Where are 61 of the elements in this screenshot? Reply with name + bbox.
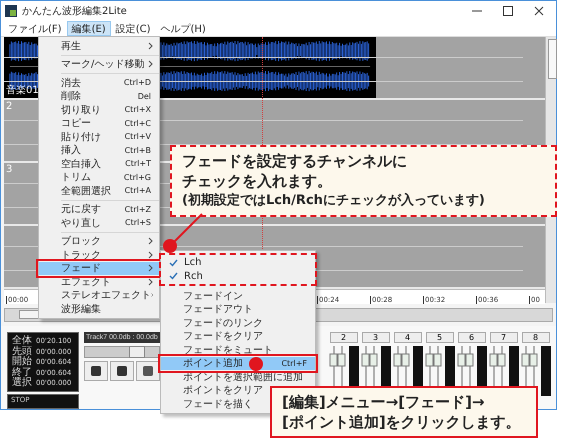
channel-label: 7	[490, 332, 518, 343]
square-icon	[143, 366, 153, 376]
menu-item[interactable]: フェードをクリア	[161, 330, 315, 343]
window-title: かんたん波形編集2Lite	[22, 4, 127, 18]
callout-text: [編集]メニュー→[フェード]→	[282, 392, 486, 412]
menu-item[interactable]: トラック	[39, 248, 159, 262]
chevron-right-icon	[148, 60, 154, 68]
callout-text: (初期設定ではLch/Rchにチェックが入っています)	[182, 192, 486, 210]
menu-item[interactable]: マーク/ヘッド移動	[39, 58, 159, 71]
menu-item[interactable]: 貼り付け Ctrl+V	[39, 130, 159, 144]
track-label: 3	[6, 164, 12, 175]
menu-item[interactable]: ポイント追加 Ctrl+F	[161, 356, 315, 370]
slider-thumb[interactable]	[128, 346, 145, 358]
menu-item[interactable]: 波形編集	[39, 302, 159, 316]
info-label: 開始	[12, 357, 32, 367]
menu-item[interactable]: フェードイン	[161, 289, 315, 302]
menu-item[interactable]: 削除 Del	[39, 90, 159, 103]
menu-item[interactable]: フェード	[39, 262, 159, 275]
menu-item[interactable]: エフェクト	[39, 275, 159, 288]
channel-label: 8	[522, 332, 550, 343]
track-label: 2	[6, 101, 12, 112]
close-icon	[534, 6, 544, 16]
menu-item[interactable]: 消去 Ctrl+D	[39, 76, 159, 90]
channel-label: 5	[426, 332, 454, 343]
menu-bar-item[interactable]: 設定(C)	[110, 21, 156, 36]
stop-button[interactable]	[110, 361, 134, 381]
info-label: 先頭	[12, 346, 32, 356]
menu-item[interactable]: トリム Ctrl+G	[39, 170, 159, 184]
menu-item[interactable]: 元に戻す Ctrl+Z	[39, 202, 159, 216]
channel-label: 3	[362, 332, 390, 343]
channel-label: 4	[394, 332, 422, 343]
info-label: 終了	[12, 368, 32, 378]
stop-icon	[117, 366, 127, 376]
callout-text: [ポイント追加]をクリックします。	[282, 412, 522, 432]
volume-slider[interactable]	[84, 346, 160, 358]
menu-item[interactable]: やり直し Ctrl+S	[39, 216, 159, 230]
fader-drawing[interactable]	[520, 346, 550, 396]
menu-item[interactable]: コピー Ctrl+C	[39, 116, 159, 130]
channel-label: 2	[330, 332, 358, 343]
marker-dot	[249, 357, 263, 371]
maximize-icon	[503, 6, 513, 16]
menu-item[interactable]: 挿入 Ctrl+B	[39, 144, 159, 157]
menu-bar-item[interactable]: 編集(E)	[66, 21, 111, 36]
square-icon	[91, 366, 101, 376]
menu-item[interactable]: 切り取り Ctrl+X	[39, 103, 159, 116]
menu-bar-item[interactable]: ヘルプ(H)	[155, 21, 211, 36]
menu-bar-item[interactable]: ファイル(F)	[3, 21, 67, 36]
info-label: 選択	[12, 378, 32, 388]
track-label: 音楽01	[6, 84, 39, 97]
channel-label: 6	[458, 332, 486, 343]
info-label: 全体	[12, 336, 32, 346]
menu-item[interactable]: Lch	[162, 256, 314, 270]
menu-item[interactable]: ブロック	[39, 234, 159, 248]
menu-item[interactable]: 再生	[39, 39, 159, 52]
menu-item[interactable]: 全範囲選択 Ctrl+A	[39, 184, 159, 198]
menu-item[interactable]: フェードアウト	[161, 302, 315, 316]
menu-item[interactable]: フェードのリンク	[161, 316, 315, 330]
chevron-right-icon	[148, 42, 154, 50]
callout-text: チェックを入れます。	[182, 171, 333, 191]
menu-item[interactable]: Rch	[162, 270, 314, 283]
app-icon	[5, 5, 17, 17]
